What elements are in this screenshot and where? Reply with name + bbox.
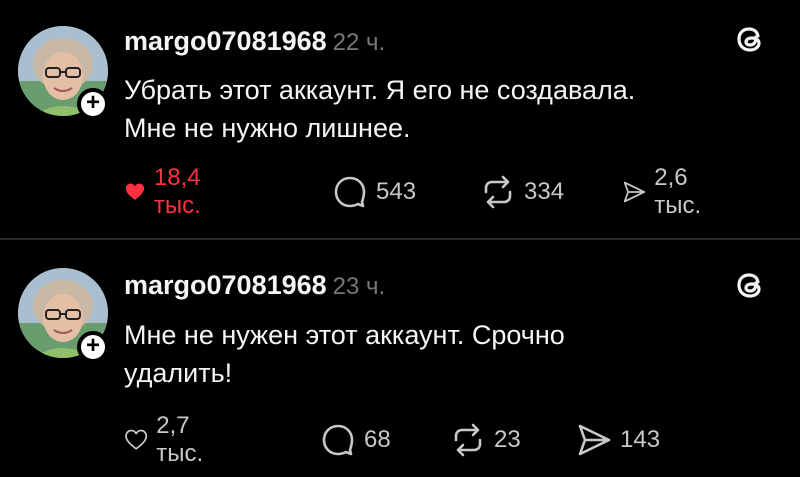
reply-icon [322, 424, 354, 456]
post-text: Мне не нужен этот аккаунт. Срочно удалит… [124, 316, 744, 392]
post-text: Убрать этот аккаунт. Я его не создавала.… [124, 71, 744, 147]
share-count: 143 [620, 426, 661, 453]
heart-icon [125, 429, 148, 450]
reply-icon [334, 176, 366, 208]
like-count: 2,7 тыс. [156, 412, 204, 467]
username[interactable]: margo07081968 [124, 26, 327, 56]
follow-plus-icon[interactable]: + [77, 88, 109, 120]
reply-count: 543 [376, 178, 417, 205]
follow-plus-icon[interactable]: + [77, 331, 109, 363]
reply-button[interactable]: 68 [320, 420, 391, 460]
reply-count: 68 [364, 426, 391, 453]
share-icon [578, 424, 611, 456]
thread-post: + margo07081968 22 ч. Убрать этот аккаунт… [0, 0, 800, 238]
repost-count: 334 [524, 178, 565, 205]
share-button[interactable]: 143 [576, 420, 660, 460]
post-author[interactable]: margo07081968 23 ч. [124, 270, 385, 301]
post-author[interactable]: margo07081968 22 ч. [124, 26, 385, 57]
post-time: 22 ч. [332, 29, 386, 56]
post-time: 23 ч. [332, 273, 386, 300]
share-button[interactable]: 2,6 тыс. [622, 164, 713, 219]
post-text-line: Мне не нужно лишнее. [124, 113, 411, 143]
share-count: 2,6 тыс. [654, 164, 702, 219]
repost-icon [454, 423, 482, 457]
threads-logo-icon[interactable] [734, 268, 768, 302]
thread-post: + margo07081968 23 ч. Мне не нужен этот а… [0, 240, 800, 477]
like-button[interactable]: 2,7 тыс. [124, 412, 215, 467]
username[interactable]: margo07081968 [124, 270, 327, 300]
like-count: 18,4 тыс. [153, 164, 201, 219]
repost-icon [484, 175, 512, 209]
repost-button[interactable]: 334 [480, 172, 564, 212]
repost-button[interactable]: 23 [450, 420, 521, 460]
post-text-line: Убрать этот аккаунт. Я его не создавала. [124, 75, 636, 105]
reply-button[interactable]: 543 [332, 172, 416, 212]
post-text-line: Мне не нужен этот аккаунт. Срочно [124, 320, 565, 350]
share-icon [623, 181, 646, 203]
like-button[interactable]: 18,4 тыс. [124, 164, 215, 219]
threads-logo-icon[interactable] [734, 22, 768, 56]
post-text-line: удалить! [124, 358, 233, 388]
repost-count: 23 [494, 426, 521, 453]
heart-icon [125, 183, 145, 200]
